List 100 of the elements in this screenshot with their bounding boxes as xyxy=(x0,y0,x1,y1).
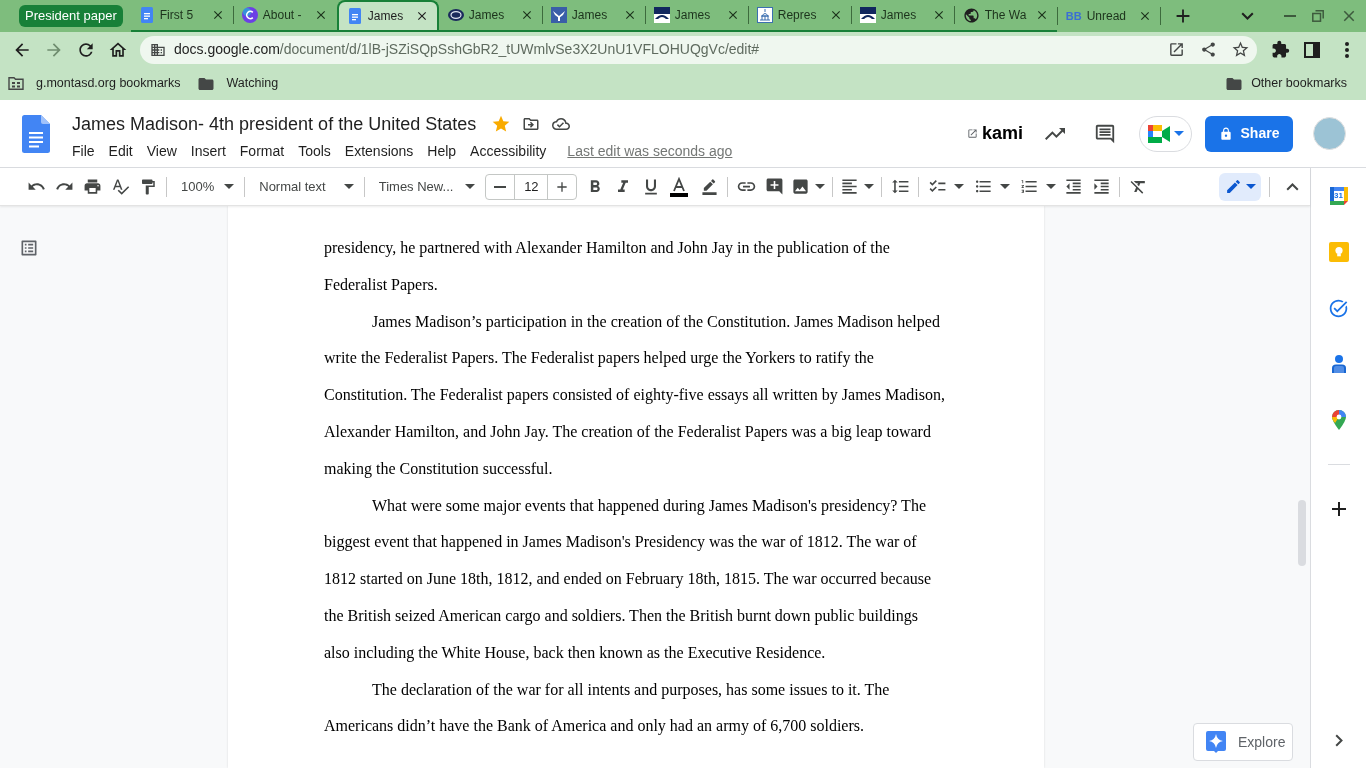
menu-item[interactable]: Accessibility xyxy=(463,141,554,161)
chevron-up-icon xyxy=(1285,182,1299,191)
browser-tab[interactable]: James xyxy=(336,0,439,30)
browser-tab[interactable]: James xyxy=(851,0,954,30)
folder-arrow-icon xyxy=(522,115,541,133)
increase-indent-icon xyxy=(1091,177,1111,196)
menu-item[interactable]: File xyxy=(65,141,102,161)
text-color-icon xyxy=(670,176,689,197)
chevron-down-icon xyxy=(1240,12,1254,20)
menu-item[interactable]: Tools xyxy=(291,141,338,161)
globe-icon xyxy=(962,6,980,24)
scrollbar-thumb[interactable] xyxy=(1298,500,1306,566)
caret-icon xyxy=(954,184,965,189)
building-folder-icon xyxy=(8,77,24,90)
font-size-field[interactable]: 12 xyxy=(514,174,549,199)
arch-building-icon xyxy=(859,7,876,23)
calendar-date-text: 31 xyxy=(1334,192,1343,200)
decrease-indent-icon xyxy=(1063,177,1083,196)
paragraph: What were some major events that happened during James Madison's presidency? The biggest event that happened in James Madison's Presidency was the war of 1812. The war of 1812 started on June 18th, 1812, and ended on February 18th, 1815. The war occurred because the British seized American cargo and soldiers. Then the British burnt down public buildings also including the White House, back then known as the Executive Residence. xyxy=(324,495,933,664)
caret-icon xyxy=(815,184,826,189)
minimize-icon xyxy=(1284,15,1296,17)
list-icon xyxy=(19,238,39,258)
arch-building-icon xyxy=(653,7,670,23)
video-camera-icon xyxy=(1147,124,1170,143)
external-link-icon xyxy=(1167,41,1185,58)
explore-button[interactable]: Explore xyxy=(1193,723,1293,761)
align-left-icon xyxy=(839,177,859,196)
sparkle-icon xyxy=(1206,731,1226,753)
document-icon xyxy=(348,8,361,24)
menu-item[interactable]: Edit xyxy=(101,141,140,161)
kami-link[interactable]: kami xyxy=(966,120,1023,147)
restore-icon xyxy=(1312,10,1324,22)
menu-item[interactable]: Format xyxy=(232,141,292,161)
chevron-right-icon xyxy=(1334,733,1343,747)
document-logo-icon[interactable] xyxy=(22,115,50,153)
circle-logo-icon xyxy=(241,7,258,23)
map-pin-icon xyxy=(1331,410,1346,430)
caret-icon xyxy=(864,184,875,189)
external-link-icon xyxy=(966,128,978,139)
caret-icon xyxy=(1046,184,1057,189)
caret-icon xyxy=(1173,131,1184,136)
share-button[interactable]: Share xyxy=(1205,115,1293,152)
caret-icon xyxy=(465,184,476,189)
image-icon xyxy=(790,177,810,196)
browser-tab[interactable]: First 5 xyxy=(130,0,233,30)
menu-item[interactable]: View xyxy=(139,141,184,161)
puzzle-icon xyxy=(1270,40,1290,59)
logo-text: BB xyxy=(1065,10,1082,22)
printer-icon xyxy=(82,177,102,196)
capitol-icon xyxy=(756,7,773,23)
building-icon[interactable] xyxy=(150,41,166,58)
menu-item[interactable]: Extensions xyxy=(337,141,421,161)
lightbulb-icon xyxy=(1328,242,1349,262)
document-icon xyxy=(140,7,153,23)
comment-bubble-icon xyxy=(1094,122,1116,145)
caret-icon xyxy=(343,184,354,189)
font-dropdown[interactable]: Times New... xyxy=(368,172,482,201)
pencil-icon xyxy=(1224,178,1242,195)
paragraph: James Madison’s participation in the creation of the Constitution. James Madison helped write the Federalist Papers. The Federalist papers helped urge the Yorkers to ratify the Constitution. The Federalist papers consisted of eighty-five essays all written by James Madison, Alexander Hamilton, and John Jay. The creation of the Federalist Papers was a big leap toward making the Constitution successful. xyxy=(324,311,946,480)
last-edit-link[interactable]: Last edit was seconds ago xyxy=(567,141,733,161)
caret-icon xyxy=(1000,184,1011,189)
caret-icon xyxy=(224,184,235,189)
lock-icon xyxy=(1218,126,1233,141)
line-spacing-icon xyxy=(890,177,910,196)
highlighter-icon xyxy=(700,178,718,195)
zoom-dropdown[interactable]: 100% xyxy=(171,172,241,201)
cloud-check-icon xyxy=(552,115,571,133)
browser-tab[interactable]: James xyxy=(439,0,542,30)
side-panel-icon xyxy=(1304,41,1320,58)
browser-tab[interactable]: James xyxy=(542,0,645,30)
paint-roller-icon xyxy=(139,177,157,196)
kebab-menu-icon xyxy=(1345,41,1349,58)
paragraph: The declaration of the war for all intents and purposes, has some issues to it. The Americans didn’t have the Bank of America and only had an army of 6,700 soldiers. xyxy=(324,679,891,737)
font-size-stepper[interactable]: 12 xyxy=(485,173,578,200)
star-outline-icon xyxy=(1230,40,1250,59)
bookmark-folder[interactable]: g.montasd.org bookmarks xyxy=(0,70,189,97)
minus-icon xyxy=(494,185,507,188)
person-icon xyxy=(1331,355,1346,373)
browser-tab[interactable]: The Wa xyxy=(954,0,1057,30)
browser-tab[interactable]: BB Unread xyxy=(1057,0,1160,32)
bookmark-folder[interactable]: Other bookmarks xyxy=(1217,70,1355,97)
emblem-icon xyxy=(550,7,567,23)
comment-plus-icon xyxy=(764,177,784,196)
browser-tab[interactable]: About - xyxy=(233,0,336,30)
browser-tab[interactable]: Repres xyxy=(748,0,851,30)
numbered-list-icon xyxy=(1019,177,1039,196)
oval-seal-icon xyxy=(447,9,464,21)
bookmark-folder[interactable]: Watching xyxy=(188,70,287,97)
caret-icon xyxy=(1245,184,1256,189)
editing-mode-button[interactable] xyxy=(1219,172,1261,201)
address-bar[interactable]: docs.google.com/document/d/1lB-jSZiSQpSshGbR2_tUWmlvSe3X2UnU1VFLOHUQgVc/edit# xyxy=(140,35,1257,64)
share-icon xyxy=(1199,41,1217,58)
document-title[interactable]: James Madison- 4th president of the United States xyxy=(72,110,477,138)
menu-item[interactable]: Insert xyxy=(183,141,233,161)
menu-item[interactable]: Help xyxy=(420,141,464,161)
tab-group-label[interactable]: President paper xyxy=(19,5,123,27)
side-panel-app-button[interactable]: 31 xyxy=(1318,176,1359,216)
spellcheck-icon xyxy=(110,177,130,196)
paragraph-style-dropdown[interactable]: Normal text xyxy=(249,172,360,201)
browser-tab[interactable]: James xyxy=(645,0,748,30)
